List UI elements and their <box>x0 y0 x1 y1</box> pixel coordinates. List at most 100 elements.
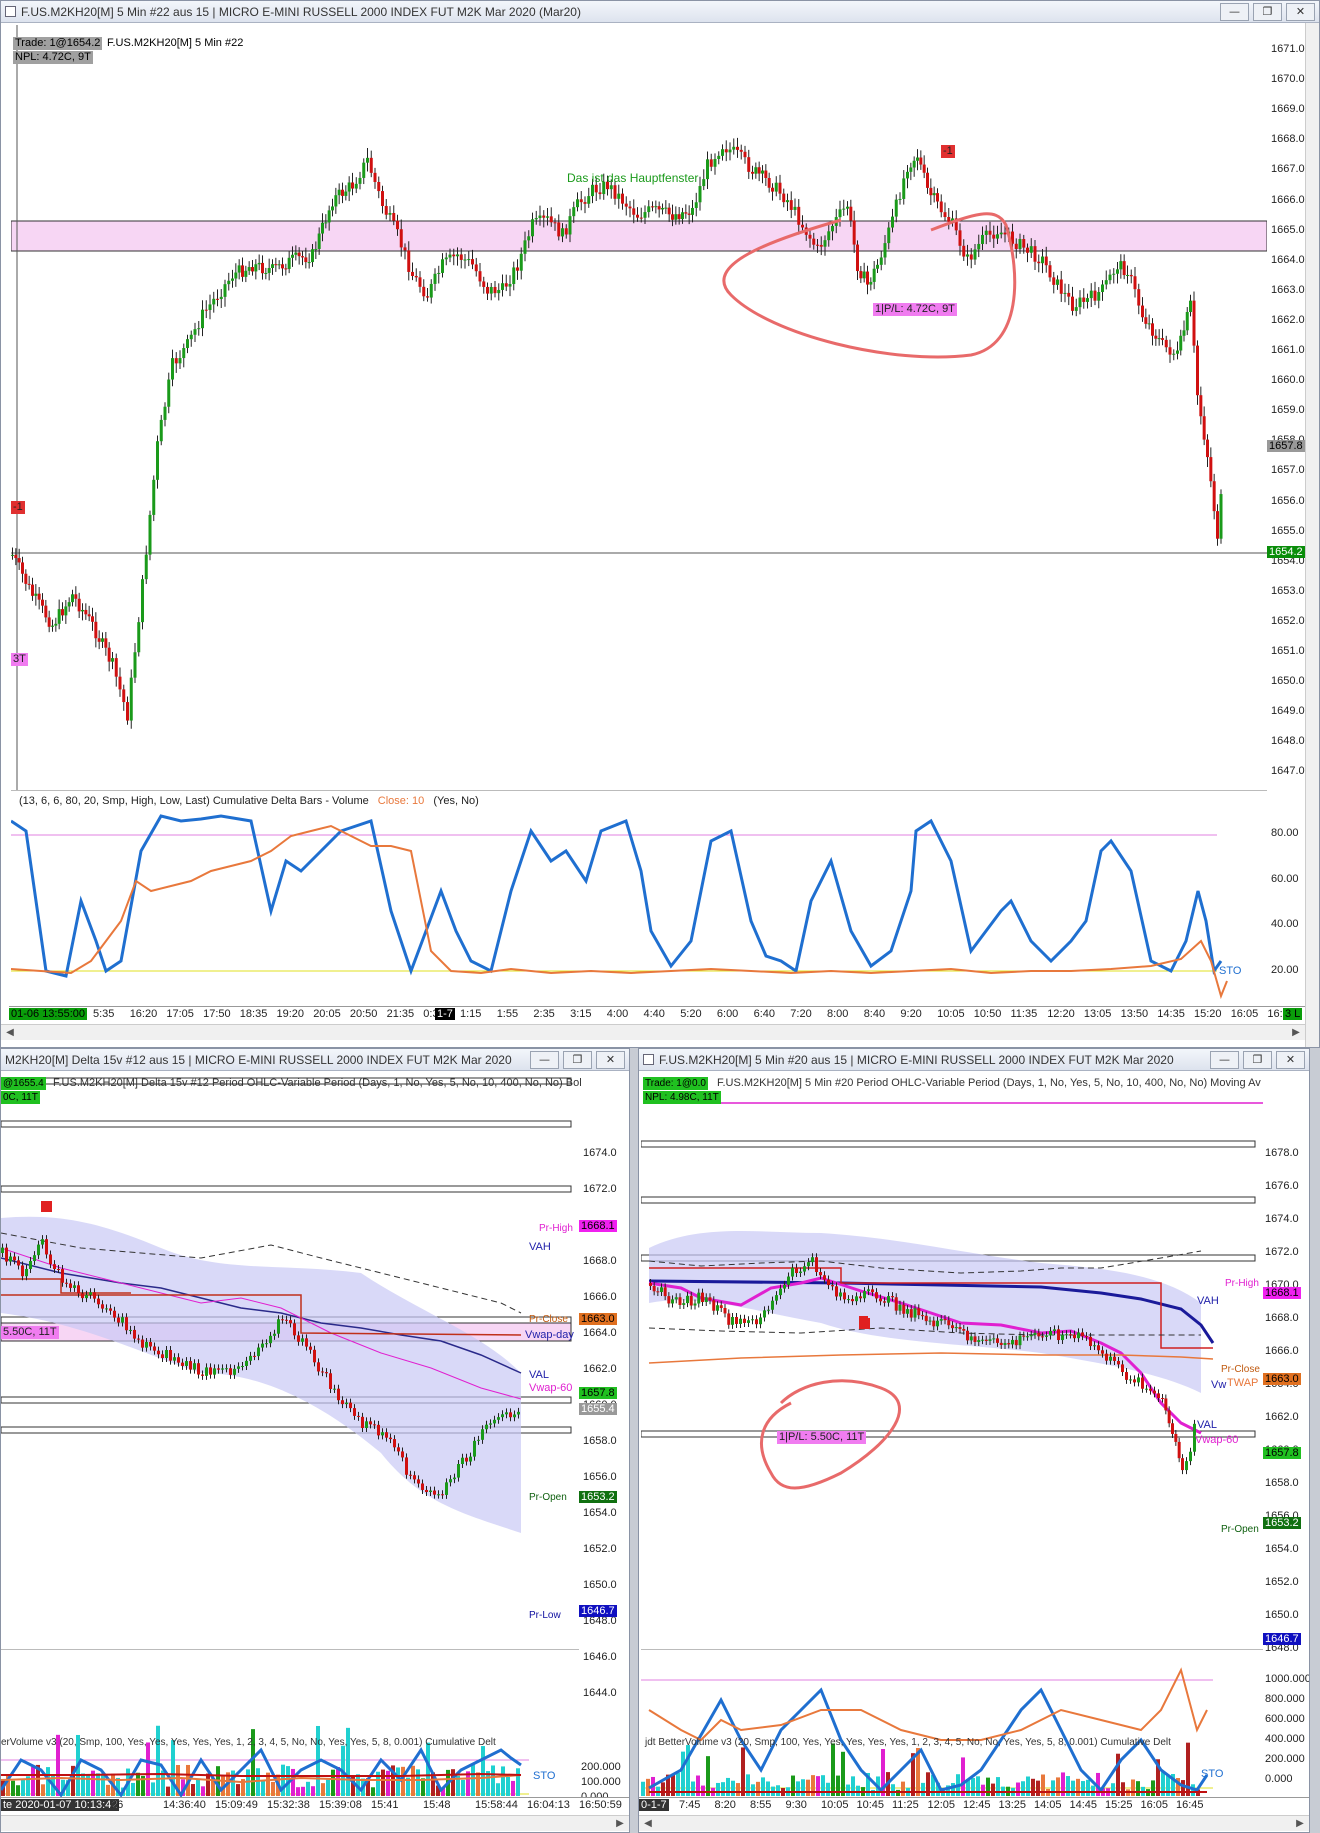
minimize-button[interactable]: — <box>1210 1051 1239 1069</box>
scroll-left-icon[interactable]: ◀ <box>3 1026 17 1040</box>
candle-body <box>779 1288 782 1296</box>
candle-body <box>801 224 804 228</box>
volume-bar <box>11 1780 15 1796</box>
osc-tick-0: 80.00 <box>1271 827 1299 839</box>
candle-body <box>53 1264 56 1269</box>
candle-body <box>144 554 148 580</box>
right-chart-window[interactable]: F.US.M2KH20[M] 5 Min #20 aus 15 | MICRO … <box>638 1048 1310 1833</box>
main-title-bar[interactable]: F.US.M2KH20[M] 5 Min #22 aus 15 | MICRO … <box>1 1 1319 23</box>
main-time-6: 20:05 <box>313 1008 341 1020</box>
main-chart-window[interactable]: F.US.M2KH20[M] 5 Min #22 aus 15 | MICRO … <box>0 0 1320 1048</box>
left-horizontal-scrollbar[interactable]: ▶ <box>1 1815 629 1831</box>
candle-body <box>474 264 478 272</box>
right-vwap60-label: Vwap-60 <box>1195 1434 1239 1446</box>
candle-body <box>684 212 688 214</box>
volume-bar <box>206 1773 210 1796</box>
right-volume-panel[interactable]: jdt BetterVolume v3 (20, Smp, 100, Yes, … <box>641 1649 1263 1797</box>
candle-body <box>912 160 916 168</box>
candle-body <box>508 284 512 287</box>
main-price-plot[interactable]: Trade: 1@1654.2 F.US.M2KH20[M] 5 Min #22… <box>11 25 1267 790</box>
candle-body <box>418 277 422 287</box>
scroll-right-icon[interactable]: ▶ <box>1293 1817 1307 1831</box>
candle-body <box>1161 1398 1164 1400</box>
candle-body <box>1007 1343 1011 1345</box>
candle-body <box>489 286 493 294</box>
candle-body <box>1069 1334 1072 1336</box>
main-vertical-scrollbar[interactable] <box>1305 23 1319 1047</box>
candle-body <box>273 1333 276 1336</box>
candle-body <box>724 149 728 153</box>
candle-body <box>1101 1350 1104 1354</box>
candle-body <box>839 1292 842 1297</box>
left-price-plot[interactable]: F.US.M2KH20[M] Delta 15v #12 Period OHLC… <box>1 1073 582 1649</box>
scroll-right-icon[interactable]: ▶ <box>613 1817 627 1831</box>
candle-body <box>973 249 977 260</box>
candle-body <box>167 379 171 407</box>
right-time-axis[interactable]: 0-1-7 7:45 8:20 8:55 9:30 10:05 10:45 11:25 12:… <box>639 1797 1309 1813</box>
maximize-button[interactable]: ❐ <box>1243 1051 1272 1069</box>
indicator-tail: (Yes, No) <box>433 795 479 807</box>
candle-body <box>855 1296 858 1302</box>
candle-body <box>1089 1336 1092 1347</box>
main-price-tick-1: 1670.0 <box>1271 73 1305 86</box>
volume-bar <box>816 1776 820 1796</box>
right-title-bar[interactable]: F.US.M2KH20[M] 5 Min #20 aus 15 | MICRO … <box>639 1049 1309 1071</box>
candle-body <box>819 244 823 247</box>
volume-bar <box>976 1776 980 1796</box>
minimize-button[interactable]: — <box>530 1051 559 1069</box>
candle-body <box>201 309 204 329</box>
minimize-button[interactable]: — <box>1220 3 1249 21</box>
candle-body <box>41 1239 44 1245</box>
maximize-button[interactable]: ❐ <box>1253 3 1282 21</box>
candle-body <box>25 1268 28 1277</box>
main-horizontal-scrollbar[interactable]: ◀ ▶ <box>1 1024 1305 1040</box>
candle-body <box>81 1293 84 1299</box>
maximize-button[interactable]: ❐ <box>563 1051 592 1069</box>
volume-bar <box>311 1786 315 1796</box>
main-price-tick-6: 1665.0 <box>1271 223 1305 236</box>
close-button[interactable]: ✕ <box>596 1051 625 1069</box>
candle-body <box>782 193 786 203</box>
candle-body <box>413 1475 416 1480</box>
volume-bar <box>841 1751 845 1796</box>
right-price-plot[interactable]: Trade: 1@0.0 F.US.M2KH20[M] 5 Min #20 Pe… <box>641 1073 1263 1649</box>
candle-body <box>636 214 639 218</box>
left-title-bar[interactable]: M2KH20[M] Delta 15v #12 aus 15 | MICRO E… <box>1 1049 629 1071</box>
left-price-axis[interactable]: 1674.01672.01670.01668.01666.01664.01662… <box>579 1073 623 1699</box>
candle-body <box>771 1300 774 1310</box>
candle-body <box>1141 305 1144 318</box>
left-volume-panel[interactable]: erVolume v3 (20, Smp, 100, Yes, Yes, Yes… <box>1 1649 579 1798</box>
candle-body <box>1117 1360 1120 1365</box>
candle-body <box>793 206 797 210</box>
right-horizontal-scrollbar[interactable]: ◀ ▶ <box>639 1815 1309 1831</box>
close-button[interactable]: ✕ <box>1276 1051 1305 1069</box>
oscillator-axis: 80.00 60.00 40.00 20.00 <box>1267 790 1307 1006</box>
left-vwap60-label: Vwap-60 <box>529 1382 573 1394</box>
close-button[interactable]: ✕ <box>1286 3 1315 21</box>
candle-body <box>1026 247 1029 253</box>
candle-body <box>939 201 943 213</box>
candle-body <box>1147 323 1151 325</box>
candle-body <box>185 1361 188 1366</box>
scroll-left-icon[interactable]: ◀ <box>641 1817 655 1831</box>
candle-body <box>341 189 344 196</box>
right-time-6: 11:25 <box>892 1799 919 1811</box>
candle-body <box>27 583 31 585</box>
scroll-right-icon[interactable]: ▶ <box>1289 1026 1303 1040</box>
candle-body <box>212 298 216 305</box>
candle-body <box>568 216 572 235</box>
main-time-axis[interactable]: 01-06 13:55:00 5:35 16:20 17:05 17:50 18:35 1… <box>9 1006 1305 1022</box>
main-price-axis[interactable]: 1671.0 1670.0 1669.0 1668.0 1667.0 1666.0 1665… <box>1267 25 1307 790</box>
level-band <box>641 1430 1256 1438</box>
candle-body <box>337 189 341 196</box>
candle-body <box>422 286 426 297</box>
candle-body <box>411 271 414 276</box>
main-oscillator-panel[interactable]: (13, 6, 6, 80, 20, Smp, High, Low, Last)… <box>11 790 1267 1006</box>
left-time-axis[interactable]: te 2020-01-07 10:13:42 26 14:36:40 15:09:4… <box>1 1797 629 1813</box>
candle-body <box>1057 1329 1060 1341</box>
right-price-axis[interactable]: 1678.0 1676.0 1674.0 1672.0 1670.0 1668.0 1666… <box>1263 1073 1303 1654</box>
main-time-24: 10:50 <box>973 1008 1002 1020</box>
candle-body <box>572 207 576 217</box>
candle-body <box>219 296 223 300</box>
left-chart-window[interactable]: M2KH20[M] Delta 15v #12 aus 15 | MICRO E… <box>0 1048 630 1833</box>
